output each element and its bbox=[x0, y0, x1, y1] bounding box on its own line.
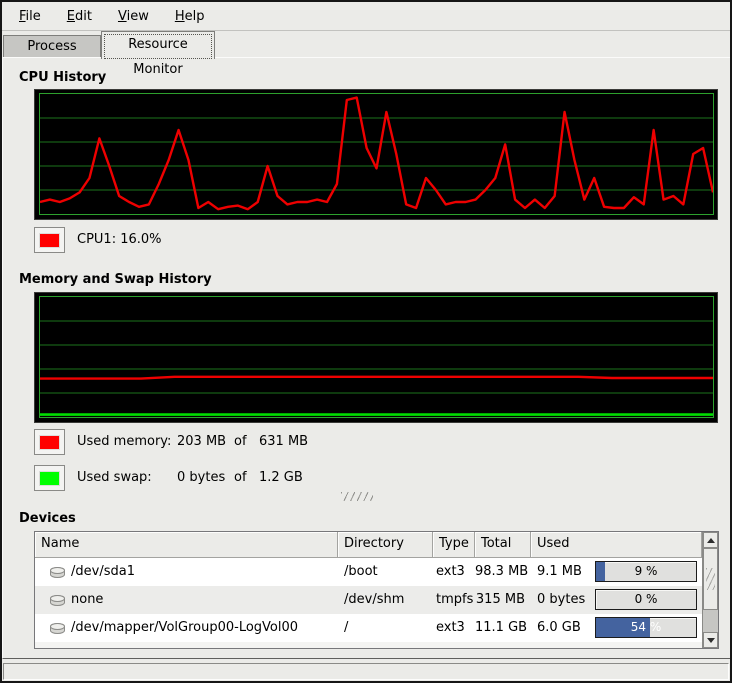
progressbar-percent-label: 54 % bbox=[596, 618, 696, 637]
device-row[interactable]: /dev/sda1 /boot ext3 98.3 MB 9.1 MB 9 % bbox=[35, 558, 718, 586]
device-directory: /dev/shm bbox=[338, 586, 433, 614]
device-used: 0 bytes bbox=[537, 592, 585, 607]
status-bar bbox=[3, 663, 729, 680]
device-directory: /boot bbox=[338, 558, 433, 586]
memory-of-text: of bbox=[234, 434, 247, 449]
device-used: 9.1 MB bbox=[537, 564, 582, 579]
device-type: tmpfs bbox=[433, 586, 475, 614]
progressbar-percent-label: 9 % bbox=[596, 562, 696, 581]
progressbar-percent-label: 0 % bbox=[596, 590, 696, 609]
device-row[interactable]: /dev/mapper/VolGroup00-LogVol00 / ext3 1… bbox=[35, 614, 718, 642]
column-header-directory[interactable]: Directory bbox=[338, 532, 433, 558]
arrow-down-icon bbox=[707, 638, 715, 643]
arrow-up-icon bbox=[707, 538, 715, 543]
memory-swap-plot bbox=[39, 296, 714, 418]
pane-resize-grip[interactable] bbox=[341, 492, 373, 501]
menu-file[interactable]: File bbox=[6, 4, 54, 29]
cpu-color-swatch bbox=[39, 233, 60, 248]
menu-edit[interactable]: Edit bbox=[54, 4, 105, 29]
devices-table-body: /dev/sda1 /boot ext3 98.3 MB 9.1 MB 9 % … bbox=[35, 558, 718, 642]
swap-color-swatch bbox=[39, 471, 60, 486]
device-name: /dev/sda1 bbox=[71, 558, 135, 586]
devices-vertical-scrollbar[interactable] bbox=[702, 532, 718, 648]
device-row[interactable]: none /dev/shm tmpfs 315 MB 0 bytes 0 % bbox=[35, 586, 718, 614]
swap-color-swatch-button[interactable] bbox=[34, 465, 65, 491]
disk-icon bbox=[49, 622, 66, 635]
device-total: 11.1 GB bbox=[475, 614, 531, 642]
scrollbar-thumb[interactable] bbox=[703, 548, 718, 610]
disk-icon bbox=[49, 594, 66, 607]
cpu-legend-row: CPU1: 16.0% bbox=[3, 227, 730, 253]
column-header-used[interactable]: Used bbox=[531, 532, 702, 558]
swap-used-value: 0 bytes bbox=[177, 470, 225, 485]
memory-used-value: 203 MB bbox=[177, 434, 226, 449]
memory-color-swatch bbox=[39, 435, 60, 450]
resource-monitor-panel: CPU History CPU1: 16.0% Memory and Swap … bbox=[2, 57, 731, 659]
devices-label: Devices bbox=[19, 511, 76, 526]
memory-legend-row: Used memory: 203 MB of 631 MB bbox=[3, 429, 730, 455]
menu-view[interactable]: View bbox=[105, 4, 162, 29]
device-used: 6.0 GB bbox=[537, 620, 581, 635]
device-type: ext3 bbox=[433, 614, 475, 642]
swap-legend-label: Used swap: bbox=[77, 470, 152, 485]
column-header-type[interactable]: Type bbox=[433, 532, 475, 558]
devices-table-filler bbox=[35, 642, 718, 648]
disk-icon bbox=[49, 566, 66, 579]
scroll-down-button[interactable] bbox=[703, 632, 718, 648]
column-header-name[interactable]: Name bbox=[35, 532, 338, 558]
memory-swap-history-label: Memory and Swap History bbox=[19, 272, 212, 287]
device-usage-progressbar: 54 % bbox=[595, 617, 697, 638]
devices-table: Name Directory Type Total Used /dev/sda1… bbox=[34, 531, 719, 649]
column-header-total[interactable]: Total bbox=[475, 532, 531, 558]
cpu-color-swatch-button[interactable] bbox=[34, 227, 65, 253]
swap-legend-row: Used swap: 0 bytes of 1.2 GB bbox=[3, 465, 730, 491]
device-directory: / bbox=[338, 614, 433, 642]
device-type: ext3 bbox=[433, 558, 475, 586]
devices-table-header: Name Directory Type Total Used bbox=[35, 532, 718, 558]
cpu-history-label: CPU History bbox=[19, 70, 106, 85]
swap-of-text: of bbox=[234, 470, 247, 485]
device-name: /dev/mapper/VolGroup00-LogVol00 bbox=[71, 614, 298, 642]
device-usage-progressbar: 9 % bbox=[595, 561, 697, 582]
device-name: none bbox=[71, 586, 103, 614]
scrollbar-grip-icon bbox=[706, 568, 715, 590]
swap-total-value: 1.2 GB bbox=[259, 470, 303, 485]
cpu-legend-label: CPU1: 16.0% bbox=[77, 232, 162, 247]
memory-legend-label: Used memory: bbox=[77, 434, 171, 449]
device-total: 315 MB bbox=[475, 586, 531, 614]
device-usage-progressbar: 0 % bbox=[595, 589, 697, 610]
memory-swap-graph bbox=[34, 292, 718, 423]
cpu-history-graph bbox=[34, 89, 718, 220]
tab-process-listing[interactable]: Process Listing bbox=[3, 35, 101, 58]
cpu-history-plot bbox=[39, 93, 714, 215]
memory-color-swatch-button[interactable] bbox=[34, 429, 65, 455]
menubar: File Edit View Help bbox=[2, 2, 730, 31]
tab-resource-monitor[interactable]: Resource Monitor bbox=[101, 31, 215, 59]
menu-help[interactable]: Help bbox=[162, 4, 218, 29]
system-monitor-window: File Edit View Help Process Listing Reso… bbox=[0, 0, 732, 683]
scroll-up-button[interactable] bbox=[703, 532, 718, 548]
device-total: 98.3 MB bbox=[475, 558, 531, 586]
memory-total-value: 631 MB bbox=[259, 434, 308, 449]
